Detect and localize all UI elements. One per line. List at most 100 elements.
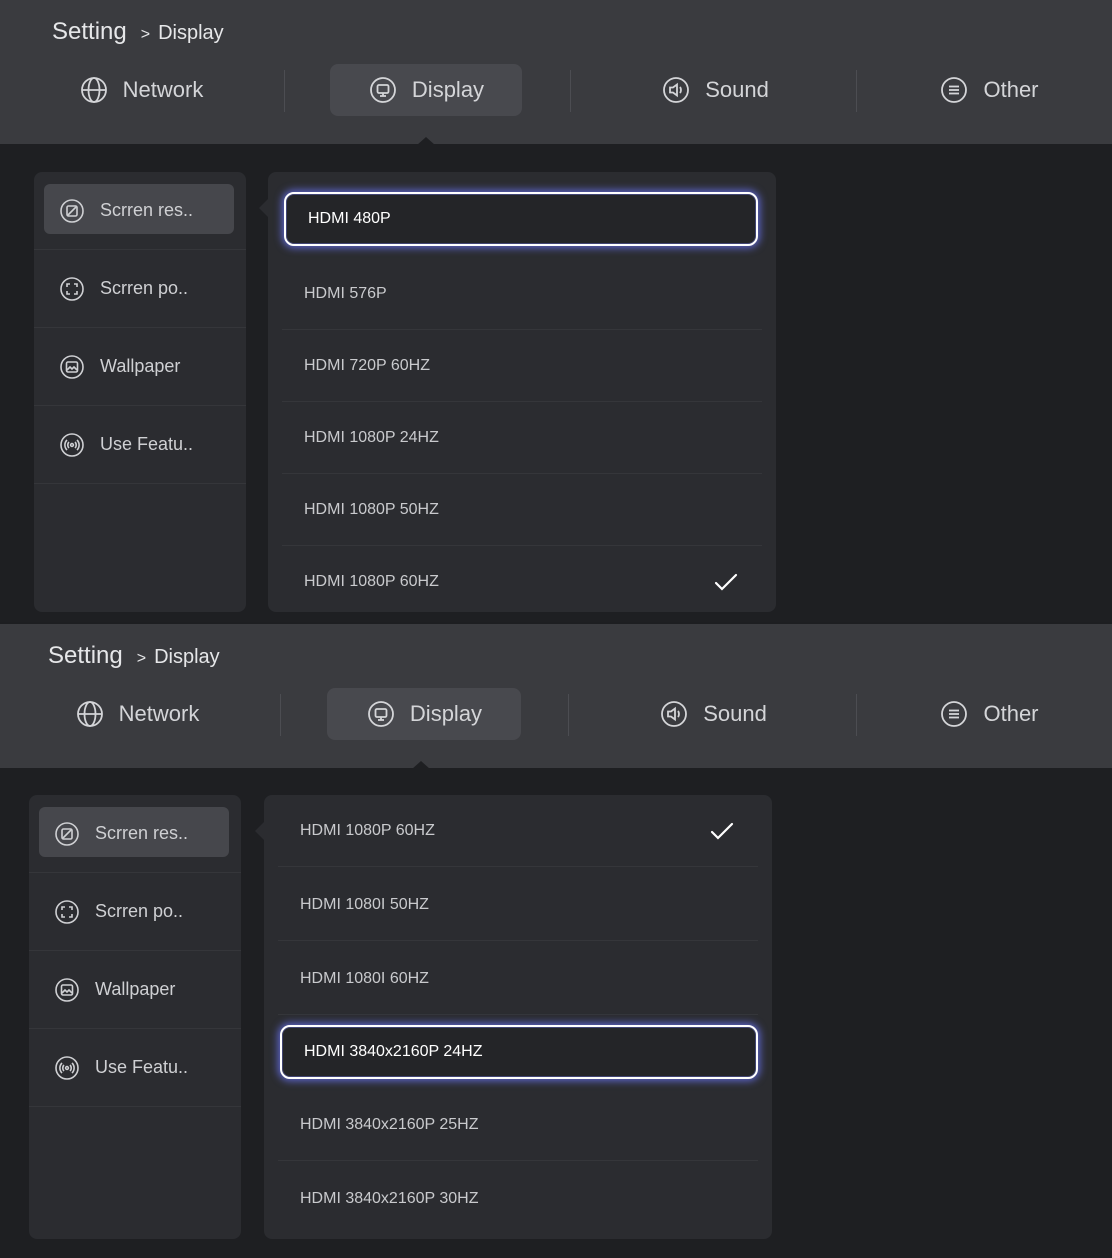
sidebar-item-screen-resolution[interactable]: Scrren res..	[29, 795, 241, 873]
tab-label: Display	[411, 77, 485, 102]
settings-header: Setting > Display Network Display Sound …	[0, 624, 1112, 769]
sidebar-item-label: Scrren po..	[95, 901, 184, 921]
sidebar-item-label: Scrren po..	[100, 278, 189, 298]
tab-label: Other	[983, 77, 1039, 102]
breadcrumb: Setting > Display	[48, 642, 220, 670]
broadcast-icon	[60, 432, 84, 457]
settings-header: Setting > Display Network Display Sound …	[0, 0, 1112, 145]
tab-divider	[856, 70, 857, 112]
tab-other[interactable]: Other	[914, 688, 1064, 740]
expand-icon	[55, 899, 79, 924]
resolution-option[interactable]: HDMI 1080I 60HZ	[278, 943, 758, 1015]
option-label: HDMI 480P	[308, 210, 391, 227]
resolution-icon	[55, 821, 79, 846]
resolution-option[interactable]: HDMI 1080I 50HZ	[278, 869, 758, 941]
resolution-options-panel: HDMI 1080P 60HZ HDMI 1080I 50HZ HDMI 108…	[264, 795, 772, 1239]
monitor-icon	[368, 701, 394, 727]
resolution-option[interactable]: HDMI 3840x2160P 30HZ	[278, 1163, 758, 1235]
breadcrumb-root[interactable]: Setting	[48, 642, 123, 670]
tab-label: Network	[122, 77, 204, 102]
globe-icon	[76, 701, 103, 727]
tab-network[interactable]: Network	[56, 64, 226, 116]
breadcrumb-root[interactable]: Setting	[52, 18, 127, 46]
sidebar-item-label: Use Featu..	[100, 434, 194, 454]
sidebar-item-label: Scrren res..	[95, 823, 189, 843]
checkmark-icon	[710, 822, 734, 840]
sidebar-item-screen-position[interactable]: Scrren po..	[29, 873, 241, 951]
option-label: HDMI 576P	[304, 284, 387, 302]
display-sidebar: Scrren res.. Scrren po.. Wallpaper Use F…	[34, 172, 246, 612]
image-icon	[60, 354, 84, 379]
tab-sound[interactable]: Sound	[630, 64, 800, 116]
resolution-option[interactable]: HDMI 576P	[282, 258, 762, 330]
broadcast-icon	[55, 1055, 79, 1080]
sidebar-selection-pointer	[259, 199, 268, 217]
option-label: HDMI 720P 60HZ	[304, 356, 430, 374]
sidebar-item-screen-position[interactable]: Scrren po..	[34, 250, 246, 328]
option-label: HDMI 1080I 60HZ	[300, 969, 429, 987]
option-label: HDMI 1080P 60HZ	[300, 821, 435, 839]
option-label: HDMI 1080I 50HZ	[300, 895, 429, 913]
resolution-option[interactable]: HDMI 720P 60HZ	[282, 330, 762, 402]
checkmark-icon	[714, 573, 738, 591]
tab-divider	[568, 694, 569, 736]
option-label: HDMI 1080P 60HZ	[304, 573, 439, 590]
tab-divider	[856, 694, 857, 736]
option-label: HDMI 1080P 50HZ	[304, 500, 439, 518]
breadcrumb: Setting > Display	[52, 18, 224, 46]
tab-display[interactable]: Display	[330, 64, 522, 116]
settings-screen-2: Setting > Display Network Display Sound …	[0, 624, 1112, 1258]
sidebar-item-label: Scrren res..	[100, 200, 194, 220]
sidebar-selection-pointer	[255, 822, 264, 840]
tab-divider	[284, 70, 285, 112]
resolution-option[interactable]: HDMI 3840x2160P 25HZ	[278, 1089, 758, 1161]
tab-label: Network	[118, 701, 200, 726]
menu-icon	[941, 77, 968, 103]
display-sidebar: Scrren res.. Scrren po.. Wallpaper Use F…	[29, 795, 241, 1239]
resolution-option[interactable]: HDMI 480P	[284, 192, 758, 246]
tab-label: Display	[409, 701, 483, 726]
breadcrumb-current: Display	[158, 22, 224, 44]
breadcrumb-separator: >	[140, 26, 151, 43]
image-icon	[55, 977, 79, 1002]
monitor-icon	[370, 77, 396, 103]
sidebar-item-wallpaper[interactable]: Wallpaper	[34, 328, 246, 406]
sidebar-item-label: Wallpaper	[95, 979, 176, 999]
tab-other[interactable]: Other	[914, 64, 1064, 116]
sidebar-item-label: Wallpaper	[100, 356, 181, 376]
speaker-icon	[663, 77, 690, 103]
resolution-option[interactable]: HDMI 1080P 50HZ	[282, 474, 762, 546]
option-label: HDMI 3840x2160P 24HZ	[304, 1043, 483, 1060]
tab-display[interactable]: Display	[327, 688, 521, 740]
sidebar-item-label: Use Featu..	[95, 1057, 189, 1077]
resolution-option[interactable]: HDMI 1080P 24HZ	[282, 402, 762, 474]
tab-divider	[570, 70, 571, 112]
tab-network[interactable]: Network	[52, 688, 222, 740]
resolution-options-panel: HDMI 480P HDMI 576P HDMI 720P 60HZ HDMI …	[268, 172, 776, 612]
sidebar-item-screen-resolution[interactable]: Scrren res..	[34, 172, 246, 250]
settings-screen-1: Setting > Display Network Display Sound …	[0, 0, 1112, 622]
sidebar-item-wallpaper[interactable]: Wallpaper	[29, 951, 241, 1029]
resolution-icon	[60, 198, 84, 223]
tab-label: Sound	[705, 77, 769, 102]
active-tab-notch	[412, 761, 430, 769]
breadcrumb-current: Display	[154, 646, 220, 668]
tab-label: Other	[983, 701, 1039, 726]
breadcrumb-separator: >	[136, 650, 147, 667]
sidebar-item-use-features[interactable]: Use Featu..	[29, 1029, 241, 1107]
speaker-icon	[661, 701, 688, 727]
expand-icon	[60, 276, 84, 301]
active-tab-notch	[417, 137, 435, 145]
tab-sound[interactable]: Sound	[628, 688, 798, 740]
tab-divider	[280, 694, 281, 736]
menu-icon	[941, 701, 968, 727]
option-label: HDMI 3840x2160P 25HZ	[300, 1115, 479, 1133]
option-label: HDMI 1080P 24HZ	[304, 428, 439, 446]
resolution-option[interactable]: HDMI 3840x2160P 24HZ	[280, 1025, 758, 1079]
resolution-option-selected[interactable]: HDMI 1080P 60HZ	[278, 795, 758, 867]
sidebar-item-use-features[interactable]: Use Featu..	[34, 406, 246, 484]
globe-icon	[80, 77, 107, 103]
tab-label: Sound	[703, 701, 767, 726]
resolution-option-selected[interactable]: HDMI 1080P 60HZ	[282, 546, 762, 618]
option-label: HDMI 3840x2160P 30HZ	[300, 1190, 479, 1207]
